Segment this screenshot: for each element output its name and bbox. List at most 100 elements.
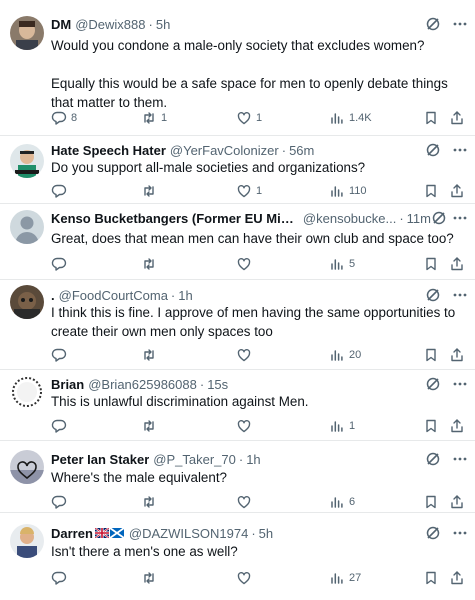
avatar[interactable] <box>10 210 44 244</box>
grok-icon[interactable] <box>431 210 447 226</box>
reply-tweet[interactable]: Peter Ian Staker @P_Taker_70 · 1h Where'… <box>0 441 475 513</box>
display-name[interactable]: DM <box>51 17 71 32</box>
avatar[interactable] <box>10 375 44 409</box>
bookmark-icon <box>426 571 436 585</box>
display-name[interactable]: Hate Speech Hater <box>51 143 166 158</box>
more-icon[interactable] <box>453 148 467 152</box>
bookmark-button[interactable] <box>423 569 439 587</box>
timestamp[interactable]: 15s <box>207 377 228 392</box>
like-button[interactable] <box>236 493 256 511</box>
timestamp[interactable]: 1h <box>178 288 192 303</box>
repost-button[interactable] <box>141 417 161 435</box>
share-icon <box>451 419 463 433</box>
grok-icon[interactable] <box>425 16 441 32</box>
display-name[interactable]: . <box>51 288 55 303</box>
user-handle[interactable]: @YerFavColonizer <box>170 143 279 158</box>
more-icon[interactable] <box>453 531 467 535</box>
like-button[interactable]: 1 <box>236 182 262 200</box>
user-handle[interactable]: @DAZWILSON1974 <box>129 526 248 541</box>
user-handle[interactable]: @Dewix888 <box>75 17 145 32</box>
repost-button[interactable]: 1 <box>141 109 167 127</box>
bookmark-button[interactable] <box>423 109 439 127</box>
grok-icon[interactable] <box>425 287 441 303</box>
grok-icon[interactable] <box>425 525 441 541</box>
display-name[interactable]: Darren <box>51 526 93 541</box>
more-icon[interactable] <box>453 382 467 386</box>
views-button[interactable]: 20 <box>329 346 361 364</box>
timestamp[interactable]: 11m <box>407 211 431 226</box>
share-icon <box>451 571 463 585</box>
timestamp[interactable]: 1h <box>246 452 260 467</box>
repost-button[interactable] <box>141 346 161 364</box>
reply-tweet[interactable]: Brian @Brian625986088 · 15s This is unla… <box>0 370 475 441</box>
reply-button[interactable]: 8 <box>51 109 77 127</box>
grok-icon[interactable] <box>425 142 441 158</box>
share-button[interactable] <box>449 109 465 127</box>
avatar[interactable] <box>10 524 44 558</box>
bookmark-button[interactable] <box>423 346 439 364</box>
like-icon <box>237 419 251 433</box>
more-icon[interactable] <box>453 293 467 297</box>
reply-button[interactable] <box>51 182 71 200</box>
share-button[interactable] <box>449 493 465 511</box>
user-handle[interactable]: @Brian625986088 <box>88 377 197 392</box>
reply-button[interactable] <box>51 569 71 587</box>
reply-button[interactable] <box>51 417 71 435</box>
grok-icon[interactable] <box>425 451 441 467</box>
bookmark-button[interactable] <box>423 255 439 273</box>
reply-button[interactable] <box>51 493 71 511</box>
bookmark-button[interactable] <box>423 417 439 435</box>
like-button[interactable] <box>236 569 256 587</box>
reply-button[interactable] <box>51 346 71 364</box>
reply-tweet[interactable]: Hate Speech Hater @YerFavColonizer · 56m… <box>0 136 475 204</box>
repost-button[interactable] <box>141 493 161 511</box>
share-button[interactable] <box>449 346 465 364</box>
tweet-paragraph: This is unlawful discrimination against … <box>51 394 309 409</box>
views-button[interactable]: 5 <box>329 255 355 273</box>
bookmark-button[interactable] <box>423 182 439 200</box>
tweet-text: Isn't there a men's one as well? <box>51 542 463 561</box>
avatar[interactable] <box>10 285 44 319</box>
repost-button[interactable] <box>141 569 161 587</box>
like-button[interactable] <box>236 346 256 364</box>
share-button[interactable] <box>449 569 465 587</box>
like-button[interactable] <box>236 417 256 435</box>
repost-button[interactable] <box>141 255 161 273</box>
more-icon[interactable] <box>453 457 467 461</box>
views-button[interactable]: 27 <box>329 569 361 587</box>
views-button[interactable]: 6 <box>329 493 355 511</box>
bookmark-button[interactable] <box>423 493 439 511</box>
views-button[interactable]: 1 <box>329 417 355 435</box>
display-name[interactable]: Brian <box>51 377 84 392</box>
avatar[interactable] <box>10 144 44 178</box>
more-icon[interactable] <box>453 216 467 220</box>
user-handle[interactable]: @P_Taker_70 <box>153 452 236 467</box>
more-icon[interactable] <box>453 22 467 26</box>
repost-icon <box>144 112 154 124</box>
like-button[interactable]: 1 <box>236 109 262 127</box>
like-button[interactable] <box>236 255 256 273</box>
reply-tweet[interactable]: . @FoodCourtComa · 1h I think this is fi… <box>0 280 475 370</box>
share-button[interactable] <box>449 417 465 435</box>
share-button[interactable] <box>449 182 465 200</box>
user-handle[interactable]: @kensobucke... <box>303 211 396 226</box>
share-button[interactable] <box>449 255 465 273</box>
avatar[interactable] <box>10 16 44 50</box>
like-icon <box>237 571 251 585</box>
timestamp[interactable]: 56m <box>289 143 314 158</box>
reply-button[interactable] <box>51 255 71 273</box>
views-button[interactable]: 1.4K <box>329 109 372 127</box>
user-handle[interactable]: @FoodCourtComa <box>59 288 168 303</box>
reply-tweet[interactable]: Darren @DAZWILSON1974 · 5h Isn't there a… <box>0 513 475 600</box>
timestamp[interactable]: 5h <box>156 17 170 32</box>
reply-tweet[interactable]: DM @Dewix888 · 5h Would you condone a ma… <box>0 0 475 136</box>
views-icon <box>331 421 343 432</box>
views-button[interactable]: 110 <box>329 182 367 200</box>
display-name[interactable]: Kenso Bucketbangers (Former EU Minion)..… <box>51 211 299 226</box>
timestamp[interactable]: 5h <box>259 526 273 541</box>
repost-button[interactable] <box>141 182 161 200</box>
display-name[interactable]: Peter Ian Staker <box>51 452 149 467</box>
reply-tweet[interactable]: Kenso Bucketbangers (Former EU Minion)..… <box>0 204 475 280</box>
grok-icon[interactable] <box>425 376 441 392</box>
avatar[interactable] <box>10 450 44 484</box>
